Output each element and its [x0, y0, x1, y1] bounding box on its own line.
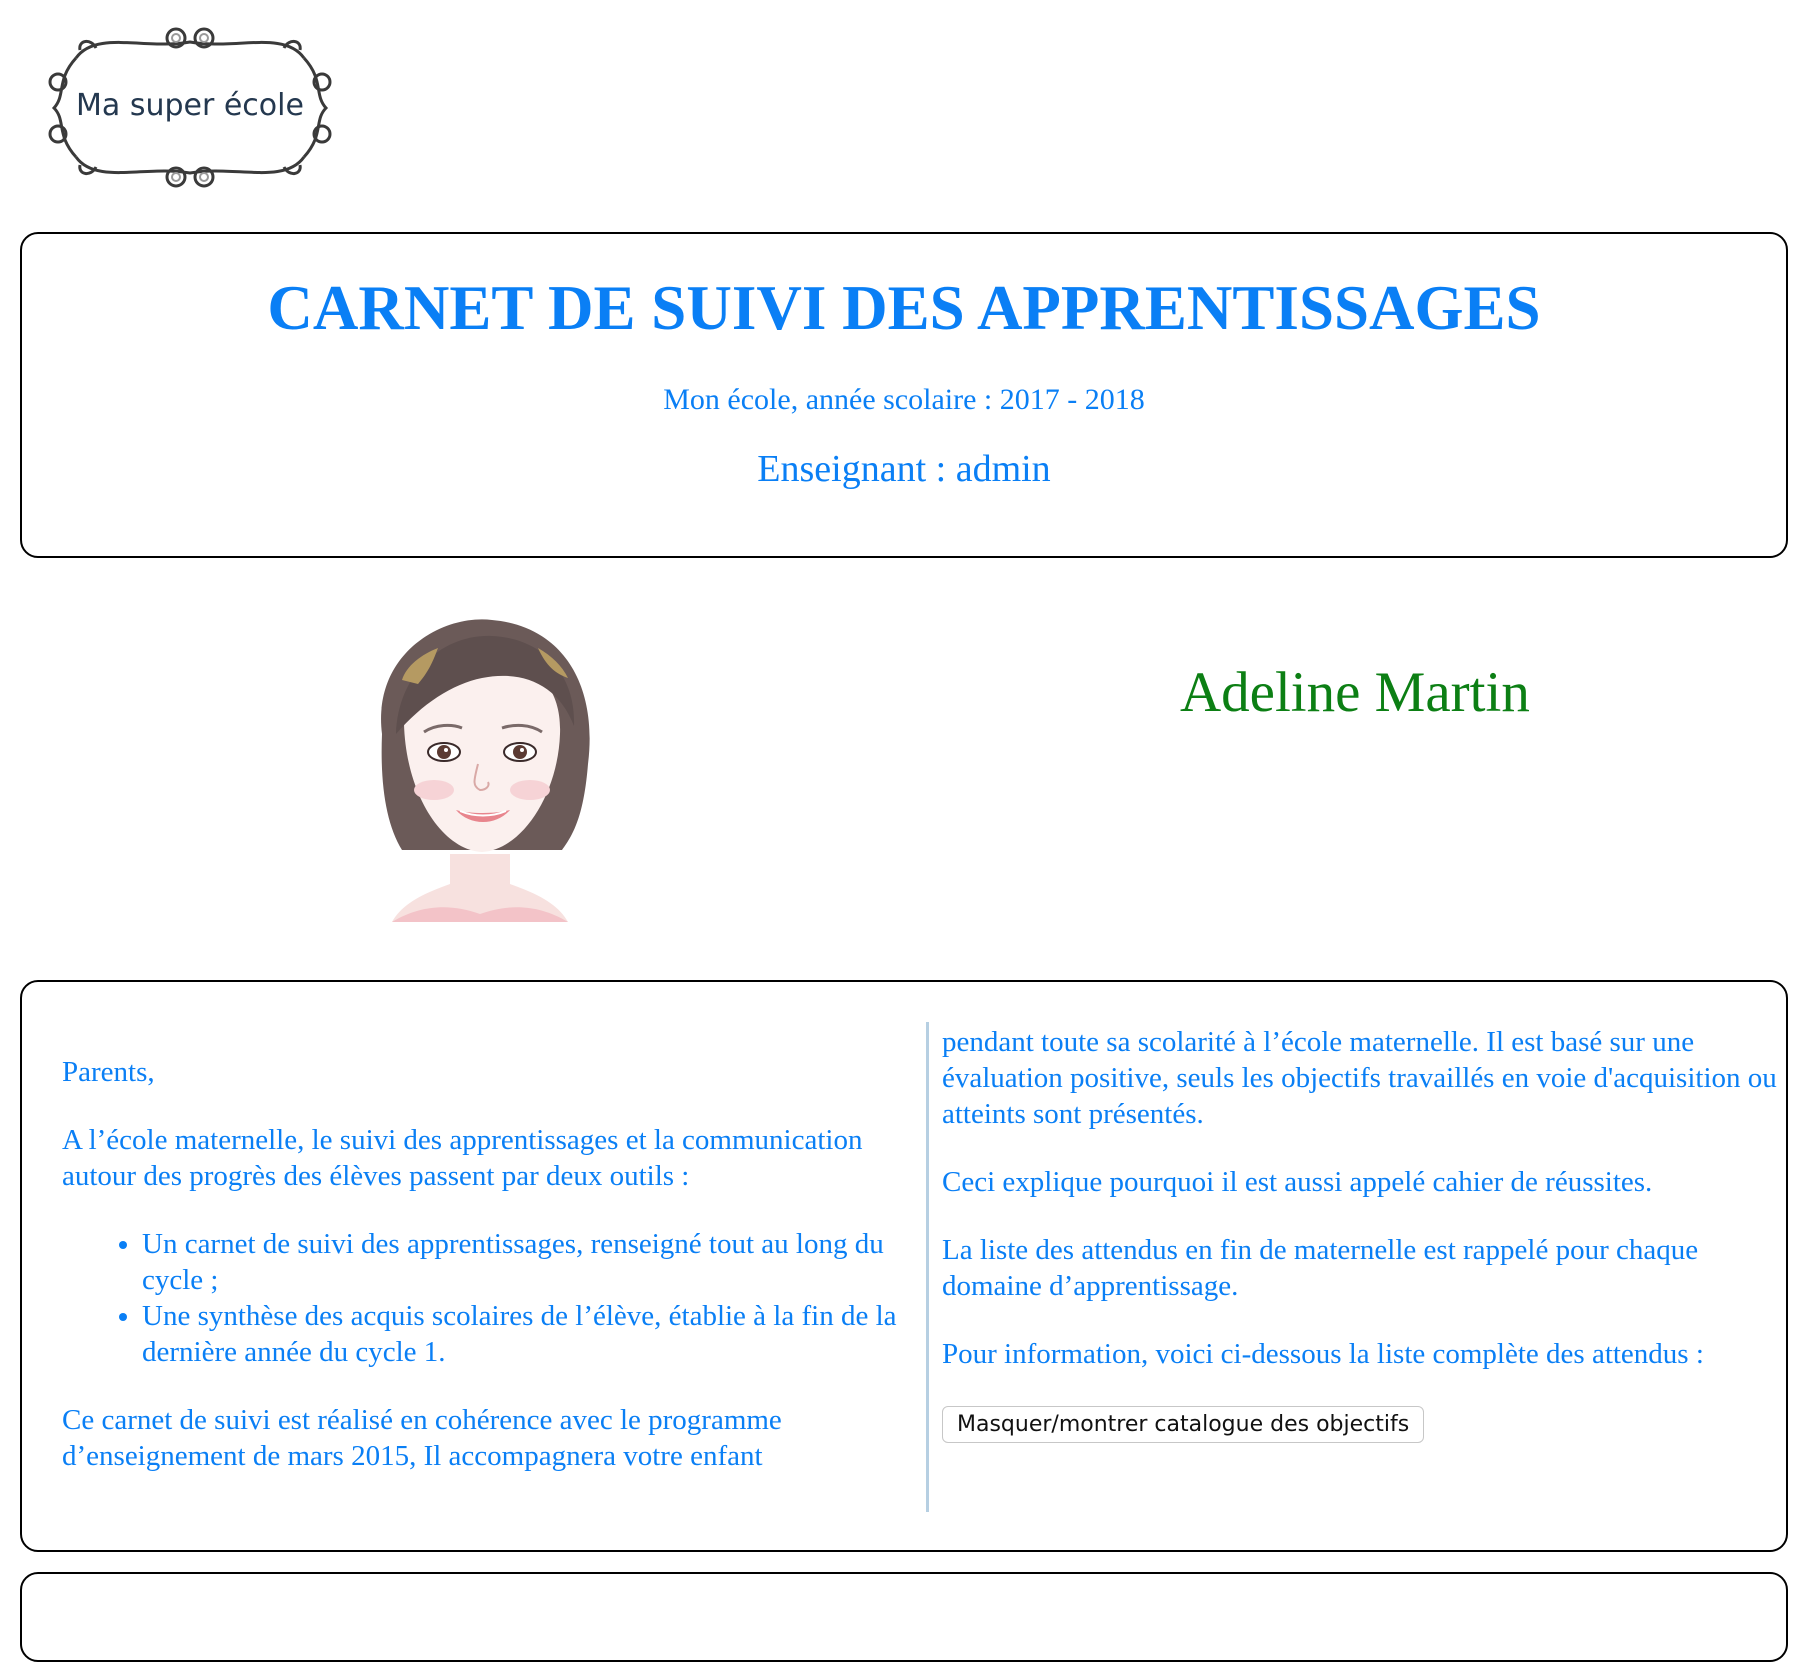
tools-list: Un carnet de suivi des apprentissages, r…	[62, 1226, 932, 1370]
objectives-panel	[20, 1572, 1788, 1662]
page-title: CARNET DE SUIVI DES APPRENTISSAGES	[267, 273, 1541, 343]
intro-paragraph: Ceci explique pourquoi il est aussi appe…	[942, 1166, 1653, 1198]
list-item: Un carnet de suivi des apprentissages, r…	[142, 1226, 932, 1298]
intro-left-column: Parents, A l’école maternelle, le suivi …	[62, 1054, 932, 1506]
intro-paragraph: pendant toute sa scolarité à l’école mat…	[942, 1026, 1777, 1130]
school-year: Mon école, année scolaire : 2017 - 2018	[663, 383, 1145, 417]
intro-paragraph: Pour information, voici ci-dessous la li…	[942, 1338, 1704, 1370]
intro-paragraph: La liste des attendus en fin de maternel…	[942, 1234, 1699, 1302]
column-divider	[926, 1022, 929, 1512]
intro-panel: Parents, A l’école maternelle, le suivi …	[20, 980, 1788, 1552]
list-item: Une synthèse des acquis scolaires de l’é…	[142, 1298, 932, 1370]
school-logo: Ma super école	[36, 20, 344, 195]
greeting: Parents,	[62, 1056, 155, 1088]
student-name: Adeline Martin	[1180, 661, 1530, 724]
intro-paragraph: Ce carnet de suivi est réalisé en cohére…	[62, 1404, 782, 1472]
toggle-objectives-button[interactable]: Masquer/montrer catalogue des objectifs	[942, 1406, 1425, 1443]
intro-paragraph: A l’école maternelle, le suivi des appre…	[62, 1124, 863, 1192]
teacher-name: Enseignant : admin	[757, 448, 1051, 491]
header-panel: CARNET DE SUIVI DES APPRENTISSAGES Mon é…	[20, 232, 1788, 558]
intro-right-column: pendant toute sa scolarité à l’école mat…	[942, 1024, 1782, 1443]
student-avatar	[362, 614, 598, 922]
logo-text: Ma super école	[76, 88, 304, 123]
